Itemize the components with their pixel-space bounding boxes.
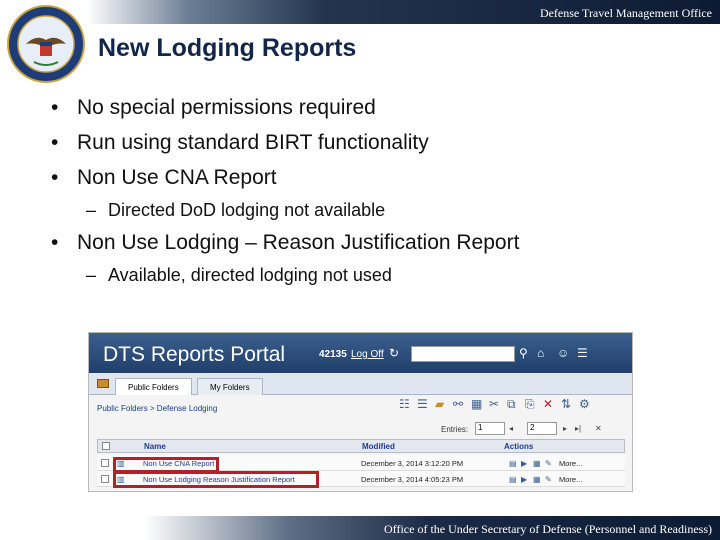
breadcrumb[interactable]: Public Folders > Defense Lodging [97,404,217,413]
sub-bullet-item: – Directed DoD lodging not available [86,200,386,221]
new-folder-icon[interactable]: ▰ [435,397,444,411]
top-banner: Defense Travel Management Office [0,0,720,24]
edit-icon[interactable]: ✎ [545,459,552,468]
tab-my-folders[interactable]: My Folders [197,378,263,395]
list-view-icon[interactable]: ☷ [399,397,410,411]
tab-public-folders[interactable]: Public Folders [115,378,192,395]
search-input[interactable] [411,346,515,362]
bullet-text: Non Use CNA Report [77,166,277,189]
row-checkbox[interactable] [101,475,109,483]
paste-icon[interactable]: ⎘ [525,397,535,412]
properties-icon[interactable]: ⚙ [579,397,590,411]
sub-bullet-marker: – [86,265,97,285]
view-icon[interactable]: ▤ [509,475,517,484]
entries-input[interactable]: 1 [475,422,505,435]
edit-icon[interactable]: ✎ [545,475,552,484]
table-header: Name Modified Actions [97,439,625,453]
column-modified[interactable]: Modified [362,442,395,451]
bullet-marker: • [51,131,59,154]
link-icon[interactable]: ⚯ [453,397,463,411]
cut-icon[interactable]: ✂ [489,397,499,411]
schedule-icon[interactable]: ▦ [533,475,541,484]
user-id: 42135 [319,349,347,360]
menu-icon[interactable]: ☰ [577,346,588,360]
highlight-box-reason [113,471,319,488]
folder-icon [97,379,109,388]
sub-bullet-text: Available, directed lodging not used [108,265,392,285]
bullet-text: No special permissions required [77,96,376,119]
report-modified: December 3, 2014 4:05:23 PM [361,475,464,484]
bullet-item: • No special permissions required [51,96,376,120]
user-icon[interactable]: ☺ [557,346,569,360]
details-view-icon[interactable]: ☰ [417,397,428,411]
bottom-banner: Office of the Under Secretary of Defense… [0,516,720,540]
page-input[interactable]: 2 [527,422,557,435]
bullet-marker: • [51,166,59,189]
refresh-icon[interactable]: ↻ [389,346,399,360]
slide-title: New Lodging Reports [98,34,357,62]
more-link[interactable]: More... [559,459,582,468]
row-checkbox[interactable] [101,459,109,467]
bullet-item: • Non Use CNA Report [51,166,277,190]
sub-bullet-text: Directed DoD lodging not available [108,200,386,220]
column-name[interactable]: Name [144,442,166,451]
logoff-link[interactable]: Log Off [351,349,384,360]
dod-seal-icon [7,5,85,83]
order-icon[interactable]: ⇅ [561,397,571,411]
report-icon[interactable]: ▦ [471,397,482,411]
bullet-text: Run using standard BIRT functionality [77,131,429,154]
sub-bullet-marker: – [86,200,97,220]
delete-icon[interactable]: ✕ [543,397,553,411]
bullet-marker: • [51,96,59,119]
column-actions: Actions [504,442,534,451]
entries-label: Entries: [441,425,469,434]
schedule-icon[interactable]: ▦ [533,459,541,468]
reports-portal-screenshot: DTS Reports Portal 42135 Log Off ↻ ⚲ ⌂ ☺… [88,332,633,492]
folder-tabs: Public Folders My Folders [89,373,632,395]
search-icon[interactable]: ⚲ [519,346,528,360]
view-icon[interactable]: ▤ [509,459,517,468]
bullet-item: • Run using standard BIRT functionality [51,131,429,155]
run-icon[interactable]: ▶ [521,459,527,468]
copy-icon[interactable]: ⧉ [507,397,516,412]
office-name: Defense Travel Management Office [539,6,712,20]
bullet-marker: • [51,231,59,254]
run-icon[interactable]: ▶ [521,475,527,484]
portal-header: DTS Reports Portal 42135 Log Off ↻ ⚲ ⌂ ☺… [89,333,632,373]
bullet-text: Non Use Lodging – Reason Justification R… [77,231,520,254]
home-icon[interactable]: ⌂ [537,346,544,360]
prev-page-icon[interactable]: ◂ [509,424,513,433]
report-modified: December 3, 2014 3:12:20 PM [361,459,464,468]
more-link[interactable]: More... [559,475,582,484]
last-page-icon[interactable]: ▸| [575,424,581,433]
portal-title: DTS Reports Portal [103,343,286,366]
footer-text: Office of the Under Secretary of Defense… [384,522,712,536]
bullet-item: • Non Use Lodging – Reason Justification… [51,231,520,255]
close-icon[interactable]: ✕ [595,424,602,433]
select-all-checkbox[interactable] [102,442,110,450]
next-page-icon[interactable]: ▸ [563,424,567,433]
sub-bullet-item: – Available, directed lodging not used [86,265,392,286]
